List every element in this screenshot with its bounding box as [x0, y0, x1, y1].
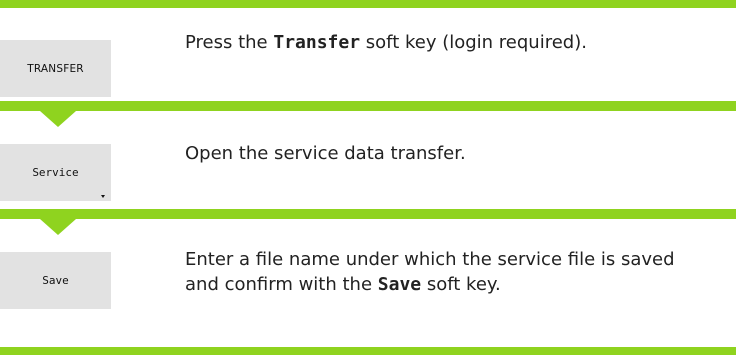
transfer-softkey-label: TRANSFER	[27, 62, 84, 75]
save-softkey[interactable]: Save	[0, 252, 111, 309]
step-2-instruction: Open the service data transfer.	[185, 143, 466, 164]
save-softkey-label: Save	[42, 274, 69, 287]
save-keyword: Save	[377, 274, 422, 295]
transfer-softkey[interactable]: TRANSFER	[0, 40, 111, 97]
top-divider-bar	[0, 0, 736, 8]
transfer-keyword: Transfer	[273, 32, 361, 53]
step-divider-bar-2	[0, 209, 736, 219]
step-3-instruction: Enter a file name under which the servic…	[185, 247, 675, 297]
step-3-line-2: and confirm with the Save soft key.	[185, 274, 501, 295]
service-softkey[interactable]: Service	[0, 144, 111, 201]
down-arrow-icon	[40, 219, 76, 235]
step-3-line-1: Enter a file name under which the servic…	[185, 249, 675, 270]
step-1-instruction: Press the Transfer soft key (login requi…	[185, 32, 587, 53]
bottom-divider-bar	[0, 347, 736, 355]
down-arrow-icon	[40, 111, 76, 127]
dropdown-caret-icon	[101, 195, 105, 198]
step-divider-bar-1	[0, 101, 736, 111]
service-softkey-label: Service	[32, 166, 79, 179]
